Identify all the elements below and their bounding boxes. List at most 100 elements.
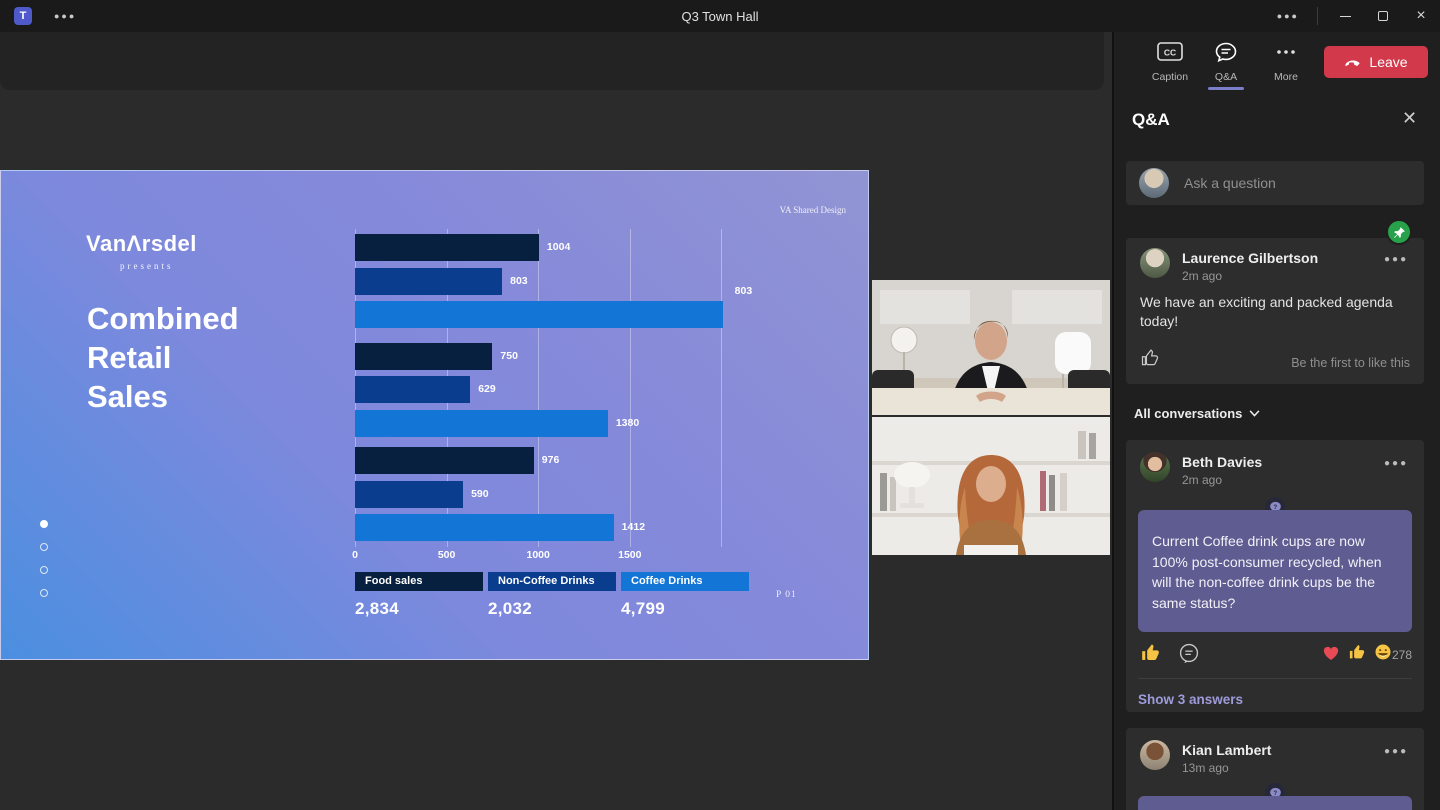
self-avatar	[1139, 168, 1169, 198]
question-text: Current Coffee drink cups are now 100% p…	[1138, 510, 1412, 613]
watermark-label: VA Shared Design	[780, 205, 846, 215]
participant-1-illustration	[872, 280, 1110, 415]
conversation-filter[interactable]: All conversations	[1134, 406, 1260, 421]
legend-chip: Food sales	[355, 572, 483, 591]
active-tab-underline	[1208, 87, 1244, 90]
chevron-down-icon	[1249, 410, 1260, 417]
qa-side-panel: CC Caption Q&A More Leave Q&A ✕ Ask a qu…	[1112, 32, 1440, 810]
avatar	[1140, 452, 1170, 482]
participant-video-2[interactable]	[872, 417, 1110, 555]
question-card: Beth Davies 2m ago ●●● ? Current Coffee …	[1126, 440, 1424, 712]
window-titlebar: T ●●● Q3 Town Hall ●●● ×	[0, 0, 1440, 32]
question-box: Current Coffee drink cups are now 100% p…	[1138, 510, 1412, 632]
post-body: We have an exciting and packed agenda to…	[1140, 293, 1412, 331]
like-hint: Be the first to like this	[1291, 356, 1410, 370]
slide-dot	[40, 589, 48, 597]
maximize-button[interactable]	[1364, 0, 1402, 32]
like-button[interactable]	[1140, 348, 1160, 373]
meeting-title: Q3 Town Hall	[0, 9, 1440, 24]
axis-tick-label: 500	[438, 549, 456, 561]
show-answers-link[interactable]: Show 3 answers	[1138, 692, 1243, 707]
chart-bar	[355, 268, 502, 295]
participant-video-1[interactable]	[872, 280, 1110, 415]
window-menu-icon[interactable]: ●●●	[1277, 11, 1299, 21]
slide-dot	[40, 543, 48, 551]
close-button[interactable]: ×	[1402, 0, 1440, 32]
question-more-icon[interactable]: ●●●	[1384, 458, 1408, 469]
legend-chip: Coffee Drinks	[621, 572, 749, 591]
leave-button[interactable]: Leave	[1324, 46, 1428, 78]
minimize-button[interactable]	[1326, 0, 1364, 32]
chart-bar	[355, 234, 539, 261]
chart-bar	[355, 376, 470, 403]
hangup-icon	[1344, 53, 1362, 71]
divider	[1138, 678, 1412, 679]
participant-2-illustration	[872, 417, 1110, 555]
caption-button[interactable]: CC Caption	[1142, 42, 1198, 83]
post-more-icon[interactable]: ●●●	[1384, 254, 1408, 265]
chart-bar	[355, 410, 608, 437]
chart-bar	[355, 514, 614, 541]
bar-value-label: 590	[471, 481, 489, 508]
panel-close-icon[interactable]: ✕	[1402, 108, 1417, 129]
slide-title-line: Combined	[87, 299, 239, 338]
chart-bar	[355, 447, 534, 474]
legend-item: Food sales2,834	[355, 572, 483, 619]
thumbs-up-icon	[1348, 643, 1366, 661]
bar-value-label: 1004	[547, 234, 570, 261]
question-author: Kian Lambert	[1182, 742, 1271, 758]
presents-label: presents	[120, 261, 174, 271]
bar-row: 803	[355, 301, 825, 328]
bar-value-label: 1380	[616, 410, 639, 437]
bar-row: 1380	[355, 410, 825, 437]
more-label: More	[1258, 71, 1314, 83]
laughing-reaction-icon	[1374, 643, 1392, 666]
thumbs-up-react-button[interactable]	[1140, 642, 1161, 668]
question-author: Beth Davies	[1182, 454, 1262, 470]
qa-tab-label: Q&A	[1198, 71, 1254, 83]
slide-dot	[40, 520, 48, 528]
legend-chip: Non-Coffee Drinks	[488, 572, 616, 591]
bar-row: 629	[355, 376, 825, 403]
bar-row: 976	[355, 447, 825, 474]
caption-icon: CC	[1157, 42, 1183, 62]
question-more-icon[interactable]: ●●●	[1384, 746, 1408, 757]
comment-icon	[1178, 642, 1200, 664]
chart-legend: Food sales2,834Non-Coffee Drinks2,032Cof…	[355, 572, 825, 642]
qa-tab-button[interactable]: Q&A	[1198, 42, 1254, 83]
ask-question-input[interactable]: Ask a question	[1126, 161, 1424, 205]
question-time: 2m ago	[1182, 473, 1222, 487]
leave-label: Leave	[1369, 54, 1407, 70]
reaction-count: 278	[1392, 648, 1412, 662]
pinned-post-card: Laurence Gilbertson 2m ago ●●● We have a…	[1126, 238, 1424, 384]
bar-value-label: 1412	[622, 514, 645, 541]
answer-comment-button[interactable]	[1178, 642, 1200, 669]
more-button[interactable]: More	[1258, 42, 1314, 83]
legend-item: Coffee Drinks 4,799	[621, 572, 749, 619]
bar-value-label: 803	[510, 268, 528, 295]
slide-dot	[40, 566, 48, 574]
avatar	[1140, 248, 1170, 278]
thumbs-up-reaction-icon	[1348, 643, 1366, 666]
caption-label: Caption	[1142, 71, 1198, 83]
post-time: 2m ago	[1182, 269, 1222, 283]
panel-title: Q&A	[1132, 110, 1170, 130]
question-box	[1138, 796, 1412, 810]
legend-total: 4,799	[621, 599, 749, 619]
question-card: Kian Lambert 13m ago ●●● ?	[1126, 728, 1424, 810]
bar-value-label: 750	[500, 343, 518, 370]
slide-title-line: Sales	[87, 377, 239, 416]
thumbs-up-outline-icon	[1140, 348, 1160, 368]
legend-total: 2,032	[488, 599, 616, 619]
bar-row: 590	[355, 481, 825, 508]
avatar	[1140, 740, 1170, 770]
titlebar-divider	[1317, 7, 1318, 25]
stage-top-band	[0, 32, 1104, 90]
question-time: 13m ago	[1182, 761, 1229, 775]
more-icon	[1275, 42, 1297, 62]
bar-value-label: 803	[735, 285, 753, 297]
vanarsdel-logo: VanΛrsdel	[86, 231, 197, 257]
filter-label: All conversations	[1134, 406, 1242, 421]
bar-value-label: 976	[542, 447, 560, 474]
post-author: Laurence Gilbertson	[1182, 250, 1318, 266]
